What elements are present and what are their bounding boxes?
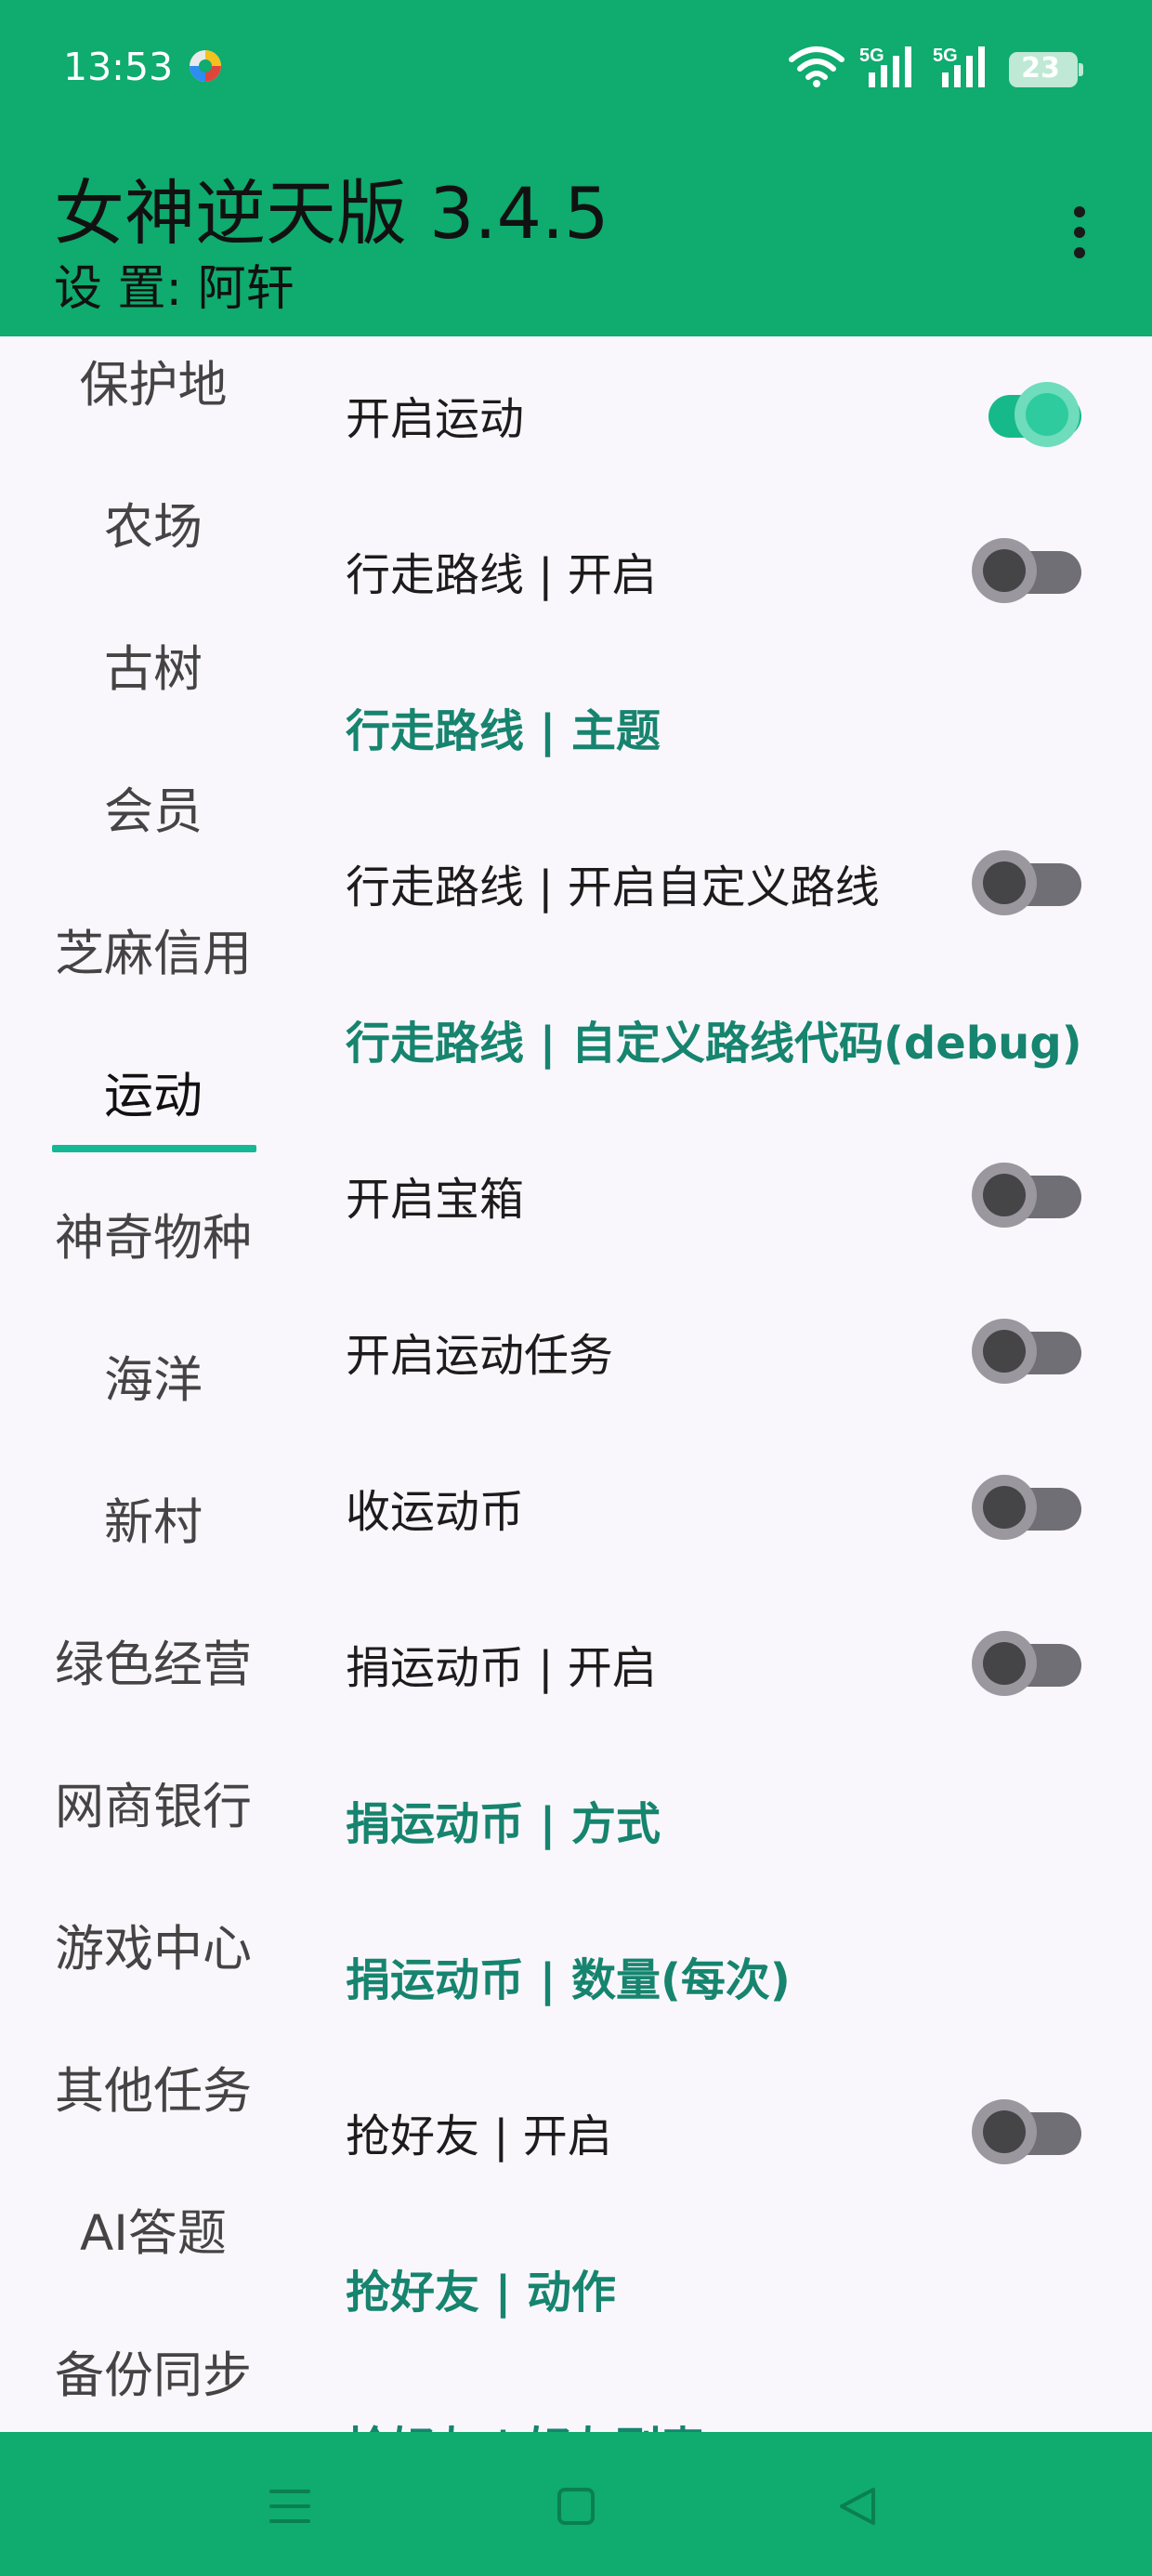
sidebar-item-ai-quiz[interactable]: AI答题 (0, 2194, 307, 2265)
notification-app-icon (190, 50, 221, 82)
setting-label: 行走路线 | 开启自定义路线 (346, 861, 880, 913)
app-subtitle: 设 置: 阿轩 (54, 261, 295, 317)
status-time: 13:53 (63, 45, 174, 89)
setting-link-row[interactable]: 行走路线 | 主题 (307, 649, 1152, 805)
setting-row[interactable]: 收运动币 (307, 1429, 1152, 1585)
more-options-icon[interactable] (1059, 195, 1100, 269)
setting-link-label[interactable]: 行走路线 | 自定义路线代码(debug) (346, 1006, 1082, 1071)
toggle-switch[interactable] (972, 538, 1094, 603)
network-label: 5G (859, 46, 884, 66)
sidebar-item-sport[interactable]: 运动 (0, 1057, 307, 1127)
system-nav-bar (0, 2432, 1152, 2576)
sidebar-item-magic-species[interactable]: 神奇物种 (0, 1199, 307, 1269)
setting-link-label[interactable]: 抢好友 | 动作 (346, 2255, 616, 2320)
setting-label: 开启宝箱 (346, 1174, 525, 1226)
toggle-switch[interactable] (972, 1631, 1094, 1696)
toggle-switch[interactable] (972, 850, 1094, 915)
setting-label: 捐运动币 | 开启 (346, 1642, 657, 1694)
toggle-switch[interactable] (972, 382, 1094, 447)
category-sidebar[interactable]: 保护地 农场 古树 会员 芝麻信用 运动 神奇物种 海洋 新村 绿色经营 网商银… (0, 336, 307, 2432)
setting-row[interactable]: 捐运动币 | 开启 (307, 1585, 1152, 1741)
setting-label: 开启运动任务 (346, 1330, 614, 1382)
setting-row[interactable]: 开启运动 (307, 336, 1152, 493)
wifi-icon (789, 46, 844, 87)
toggle-switch[interactable] (972, 1163, 1094, 1228)
setting-link-label[interactable]: 捐运动币 | 数量(每次) (346, 1943, 791, 2008)
settings-list[interactable]: 开启运动 行走路线 | 开启 行走路线 | 主题 行走路线 | 开启自定义路线 … (307, 336, 1152, 2432)
setting-link-row[interactable]: 捐运动币 | 数量(每次) (307, 1898, 1152, 2054)
battery-icon: 23 (1009, 52, 1083, 87)
sidebar-item-other-tasks[interactable]: 其他任务 (0, 2052, 307, 2123)
app-bar: 13:53 5G 5G 23 女神逆天版 3.4.5 设 置: 阿轩 (0, 0, 1152, 336)
setting-link-row[interactable]: 行走路线 | 自定义路线代码(debug) (307, 961, 1152, 1117)
battery-level: 23 (1021, 52, 1060, 85)
status-bar: 13:53 5G 5G 23 (0, 0, 1152, 139)
setting-label: 开启运动 (346, 393, 525, 445)
sidebar-item-game-center[interactable]: 游戏中心 (0, 1910, 307, 1980)
app-title: 女神逆天版 3.4.5 (54, 172, 609, 255)
setting-label: 行走路线 | 开启 (346, 549, 657, 601)
sidebar-item-backup-sync[interactable]: 备份同步 (0, 2336, 307, 2407)
setting-link-row[interactable]: 抢好友 | 好友列表 (307, 2366, 1152, 2432)
setting-row[interactable]: 开启运动任务 (307, 1273, 1152, 1429)
setting-link-row[interactable]: 抢好友 | 动作 (307, 2210, 1152, 2366)
back-triangle-icon[interactable] (821, 2469, 896, 2543)
setting-link-label[interactable]: 捐运动币 | 方式 (346, 1787, 661, 1852)
setting-link-label[interactable]: 抢好友 | 好友列表 (346, 2412, 705, 2432)
setting-link-label[interactable]: 行走路线 | 主题 (346, 694, 661, 759)
sidebar-item-ocean[interactable]: 海洋 (0, 1341, 307, 1412)
signal-5g-icon: 5G (859, 46, 911, 87)
setting-row[interactable]: 行走路线 | 开启 (307, 493, 1152, 649)
sidebar-item-green-business[interactable]: 绿色经营 (0, 1625, 307, 1696)
sidebar-item-farm[interactable]: 农场 (0, 488, 307, 559)
sidebar-item-protected-area[interactable]: 保护地 (0, 346, 307, 416)
sidebar-item-member[interactable]: 会员 (0, 772, 307, 843)
setting-row[interactable]: 抢好友 | 开启 (307, 2054, 1152, 2210)
signal-5g-icon-2: 5G (933, 46, 985, 87)
sidebar-item-new-village[interactable]: 新村 (0, 1483, 307, 1554)
network-label-2: 5G (933, 46, 958, 66)
active-tab-indicator (52, 1145, 256, 1152)
toggle-switch[interactable] (972, 1475, 1094, 1540)
setting-row[interactable]: 行走路线 | 开启自定义路线 (307, 805, 1152, 961)
toggle-switch[interactable] (972, 1319, 1094, 1384)
setting-link-row[interactable]: 捐运动币 | 方式 (307, 1741, 1152, 1898)
menu-icon[interactable] (253, 2469, 327, 2543)
setting-label: 抢好友 | 开启 (346, 2110, 612, 2162)
sidebar-item-sesame-credit[interactable]: 芝麻信用 (0, 914, 307, 985)
setting-label: 收运动币 (346, 1486, 525, 1538)
sidebar-item-ancient-tree[interactable]: 古树 (0, 630, 307, 701)
toggle-switch[interactable] (972, 2099, 1094, 2164)
setting-row[interactable]: 开启宝箱 (307, 1117, 1152, 1273)
home-square-icon[interactable] (539, 2469, 613, 2543)
sidebar-item-mybank[interactable]: 网商银行 (0, 1768, 307, 1838)
